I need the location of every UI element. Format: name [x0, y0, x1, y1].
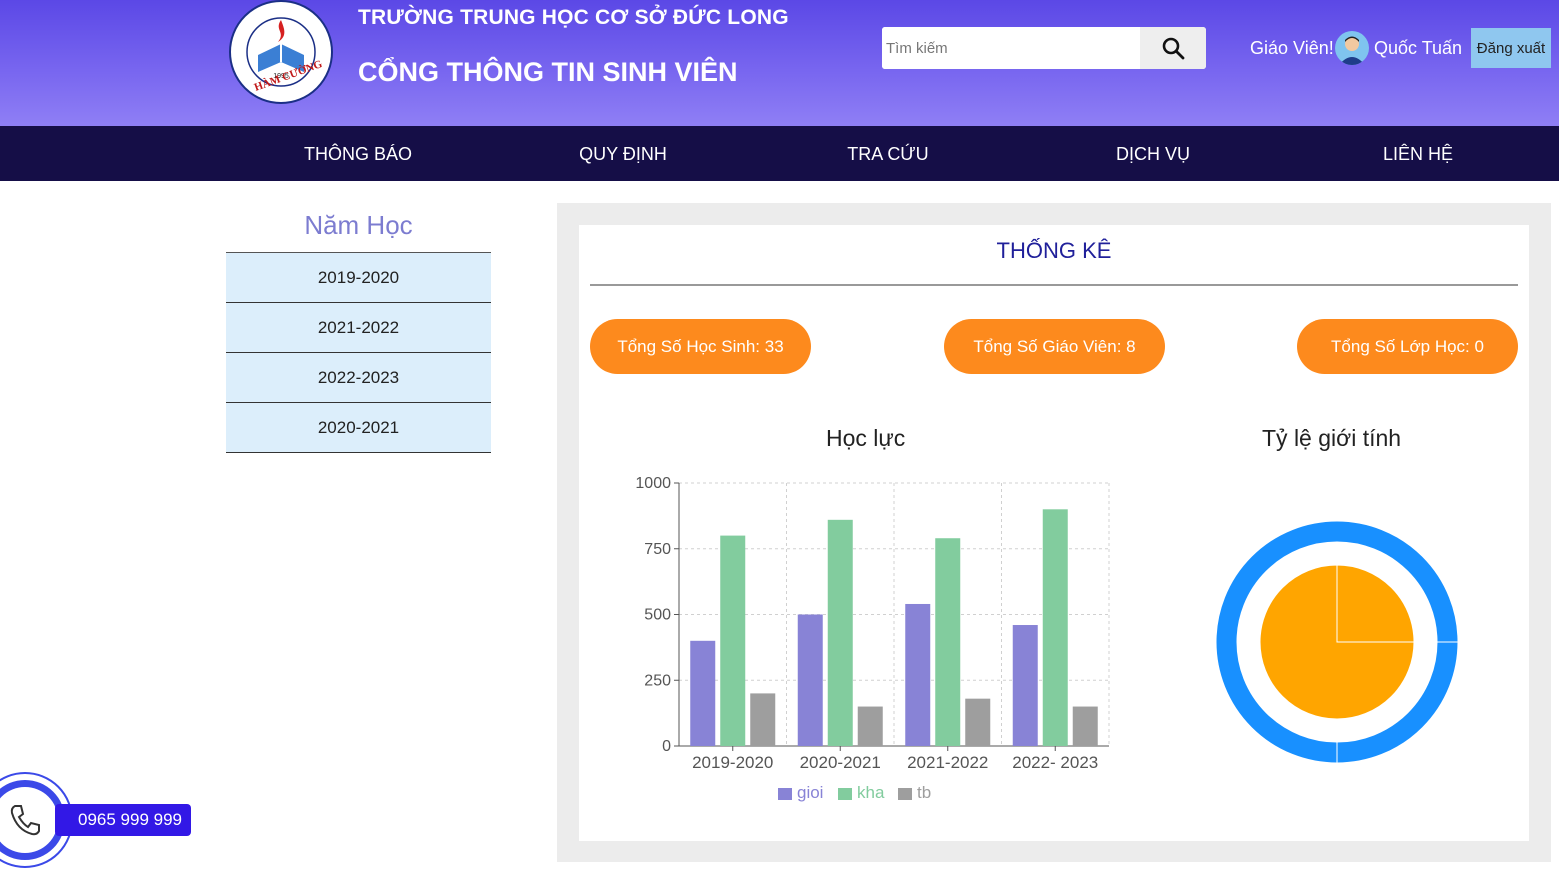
- bar-tb: [1072, 706, 1098, 746]
- bar-kha: [720, 535, 746, 746]
- x-tick-label: 2021-2022: [907, 753, 988, 772]
- avatar-icon: [1339, 36, 1365, 65]
- legend-label-gioi: gioi: [797, 783, 823, 802]
- bar-tb: [857, 706, 883, 746]
- year-item[interactable]: 2021-2022: [226, 303, 491, 353]
- y-tick-label: 0: [662, 738, 671, 755]
- bar-gioi: [797, 614, 823, 746]
- sidebar-title: Năm Học: [304, 210, 413, 240]
- role-greeting: Giáo Viên!: [1250, 38, 1334, 58]
- nav-item-lookup[interactable]: TRA CỨU: [847, 126, 928, 181]
- y-tick-label: 250: [644, 672, 671, 689]
- bar-kha: [935, 538, 961, 746]
- bar-gioi: [1012, 625, 1038, 746]
- legend-swatch-tb: [898, 788, 912, 800]
- bar-tb: [965, 698, 991, 746]
- search-icon: [1162, 37, 1185, 60]
- bar-gioi: [690, 640, 716, 746]
- total-teachers-badge[interactable]: Tổng Số Giáo Viên: 8: [944, 319, 1165, 374]
- school-name: TRƯỜNG TRUNG HỌC CƠ SỞ ĐỨC LONG: [358, 6, 789, 29]
- hotline-number[interactable]: 0965 999 999: [55, 804, 191, 836]
- legend-label-kha: kha: [857, 783, 885, 802]
- nav-item-regulations[interactable]: QUY ĐỊNH: [579, 126, 667, 181]
- portal-title: CỔNG THÔNG TIN SINH VIÊN: [358, 57, 738, 87]
- academic-bar-chart: 0 250 500 750 1000 2019-2020 2020-2021 2021-202…: [635, 475, 1110, 802]
- site-header: 1995 HÀM CƯỜNG TRƯỜNG TRUNG HỌC CƠ SỞ ĐỨ…: [0, 0, 1559, 126]
- nav-item-announcements[interactable]: THÔNG BÁO: [304, 126, 412, 181]
- gender-chart-title: Tỷ lệ giới tính: [1262, 425, 1402, 451]
- bar-tb: [750, 693, 776, 746]
- total-classes-badge[interactable]: Tổng Số Lớp Học: 0: [1297, 319, 1518, 374]
- total-students-badge[interactable]: Tổng Số Học Sinh: 33: [590, 319, 811, 374]
- user-avatar[interactable]: [1335, 31, 1369, 65]
- school-logo[interactable]: 1995 HÀM CƯỜNG: [226, 0, 336, 104]
- year-item[interactable]: 2019-2020: [226, 253, 491, 303]
- stats-title: THỐNG KÊ: [996, 238, 1112, 263]
- school-year-list: 2019-2020 2021-2022 2022-2023 2020-2021: [226, 252, 491, 453]
- legend-label-tb: tb: [917, 783, 931, 802]
- x-tick-label: 2020-2021: [800, 753, 881, 772]
- y-tick-label: 750: [644, 541, 671, 558]
- phone-icon: [10, 805, 40, 836]
- year-item[interactable]: 2020-2021: [226, 403, 491, 453]
- x-tick-label: 2019-2020: [692, 753, 773, 772]
- search-box: [882, 27, 1206, 69]
- bar-kha: [827, 519, 853, 746]
- year-item[interactable]: 2022-2023: [226, 353, 491, 403]
- main-nav: THÔNG BÁO QUY ĐỊNH TRA CỨU DỊCH VỤ LIÊN …: [0, 126, 1559, 181]
- nav-item-services[interactable]: DỊCH VỤ: [1116, 126, 1190, 181]
- bar-kha: [1042, 509, 1068, 746]
- academic-chart-title: Học lực: [826, 425, 906, 451]
- bar-gioi: [905, 603, 931, 746]
- divider: [590, 284, 1518, 286]
- y-tick-label: 500: [644, 607, 671, 624]
- logout-button[interactable]: Đăng xuất: [1471, 28, 1551, 68]
- legend-swatch-kha: [838, 788, 852, 800]
- y-tick-label: 1000: [635, 475, 671, 492]
- x-tick-label: 2022- 2023: [1012, 753, 1098, 772]
- legend-swatch-gioi: [778, 788, 792, 800]
- user-name[interactable]: Quốc Tuấn: [1374, 38, 1462, 59]
- search-input[interactable]: [882, 27, 1140, 69]
- pie-slice-inner: [1336, 564, 1415, 643]
- search-button[interactable]: [1140, 27, 1206, 69]
- nav-item-contact[interactable]: LIÊN HỆ: [1383, 126, 1453, 181]
- gender-donut-chart: [1215, 520, 1459, 764]
